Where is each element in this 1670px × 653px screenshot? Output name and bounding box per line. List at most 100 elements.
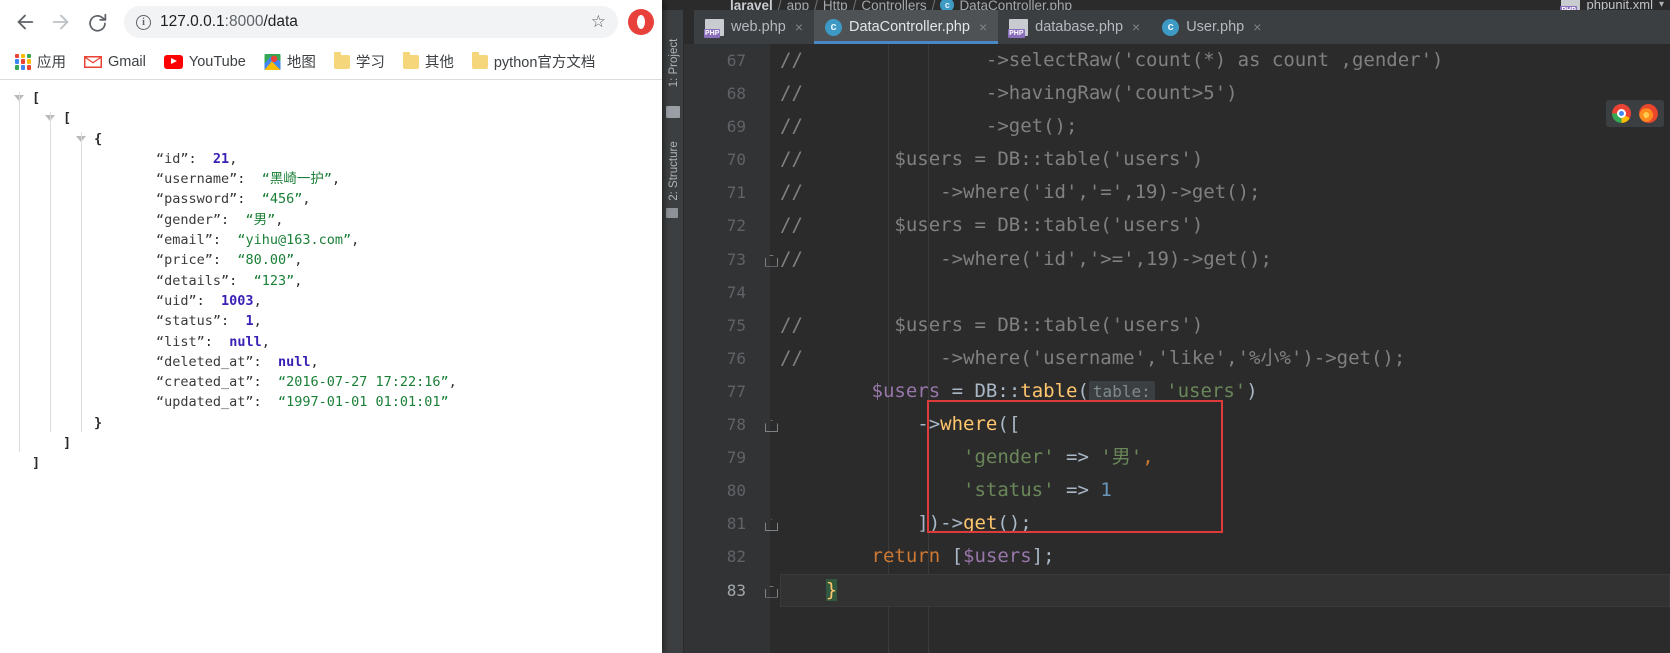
php-file-icon	[704, 18, 724, 38]
json-key: “created_at”	[156, 374, 254, 391]
code-token: return	[871, 545, 941, 568]
forward-button[interactable]	[44, 5, 78, 39]
json-key: “username”	[156, 171, 238, 188]
json-comma: ,	[310, 353, 319, 370]
editor-tab-user-php[interactable]: c User.php ×	[1151, 10, 1272, 44]
code-token: //	[780, 214, 803, 237]
bookmark-apps-grid[interactable]: 应用	[8, 48, 73, 75]
code-token: [	[940, 545, 964, 568]
chevron-down-icon[interactable]: ▾	[1659, 0, 1664, 10]
editor-tab-web-php[interactable]: web.php ×	[694, 10, 814, 44]
line-number: 71	[726, 183, 746, 203]
json-line: “deleted_at”: null,	[0, 352, 662, 372]
json-colon: :	[253, 353, 262, 370]
code-editor[interactable]: // ->selectRaw('count(*) as count ,gende…	[780, 44, 1670, 653]
bookmark-label: YouTube	[188, 53, 246, 70]
gmail-icon	[84, 55, 102, 69]
reload-button[interactable]	[80, 5, 114, 39]
code-line[interactable]: 'status' => 1	[780, 474, 1670, 507]
json-key: “id”	[156, 150, 189, 167]
code-line[interactable]: }	[780, 573, 1670, 607]
code-line[interactable]: // ->get();	[780, 110, 1670, 143]
code-line[interactable]: 'gender' => '男',	[780, 441, 1670, 474]
fold-marker-icon[interactable]	[764, 584, 777, 597]
opera-extension-icon[interactable]	[628, 9, 654, 35]
firefox-preview-icon[interactable]	[1639, 104, 1658, 123]
code-line[interactable]: // ->where('id','=',19)->get();	[780, 176, 1670, 209]
code-line[interactable]: ])->get();	[780, 507, 1670, 540]
code-line[interactable]: // $users = DB::table('users')	[780, 209, 1670, 242]
fold-marker-icon[interactable]	[764, 517, 777, 530]
json-key: “deleted_at”	[156, 353, 254, 370]
code-token: ->get();	[802, 115, 1078, 138]
browser-preview-toolbar[interactable]	[1606, 100, 1664, 127]
google-maps-icon	[264, 53, 281, 70]
json-colon: :	[221, 313, 230, 330]
tool-window-project[interactable]: 1: Project	[663, 25, 685, 101]
close-icon[interactable]: ×	[795, 19, 803, 35]
apps-grid-icon	[15, 53, 31, 70]
bookmark-label: 其他	[424, 55, 454, 71]
json-value: 1003	[221, 292, 254, 309]
code-line[interactable]: // ->selectRaw('count(*) as count ,gende…	[780, 44, 1670, 77]
code-line[interactable]: // $users = DB::table('users')	[780, 309, 1670, 342]
code-token: ([	[997, 413, 1021, 436]
code-token: ->where('username','like','%小%')->get();	[802, 346, 1406, 369]
fold-marker-icon[interactable]	[764, 253, 777, 266]
code-token: $users = DB::table('users')	[802, 214, 1204, 237]
class-icon: c	[1162, 18, 1180, 36]
code-line[interactable]: // ->where('username','like','%小%')->get…	[780, 342, 1670, 375]
editor-tab-bar[interactable]: web.php×cDataController.php×database.php…	[694, 10, 1670, 44]
info-icon[interactable]: i	[136, 14, 151, 30]
json-line: ]	[0, 433, 662, 453]
structure-icon[interactable]	[666, 208, 678, 218]
address-bar[interactable]: i 127.0.0.1:8000/data ☆	[124, 6, 618, 38]
code-token: //	[780, 181, 803, 204]
editor-tab-database-php[interactable]: database.php ×	[998, 10, 1151, 44]
code-line[interactable]: return [$users];	[780, 540, 1670, 573]
json-line: “list”: null,	[0, 332, 662, 352]
project-folder-icon[interactable]	[666, 106, 680, 118]
code-line[interactable]: // $users = DB::table('users')	[780, 143, 1670, 176]
json-viewer: [[{“id”: 21, “username”: “黑崎一护”, “password…	[0, 80, 662, 653]
bookmarks-bar[interactable]: 应用 Gmail YouTube 地图 学习 其他 python官方文档	[0, 44, 662, 80]
bookmark-folder[interactable]: python官方文档	[465, 48, 603, 75]
bookmark-folder[interactable]: 其他	[396, 48, 461, 75]
code-token: ->where('id','>=',19)->get();	[802, 247, 1272, 270]
editor-tab-datacontroller-php[interactable]: c DataController.php ×	[814, 10, 999, 44]
code-line[interactable]: $users = DB::table(table: 'users')	[780, 375, 1670, 408]
code-token: (	[1077, 379, 1089, 402]
code-line[interactable]: // ->havingRaw('count>5')	[780, 77, 1670, 110]
json-bracket: [	[63, 110, 72, 127]
bookmark-gmail[interactable]: Gmail	[77, 51, 153, 73]
bookmark-label: python官方文档	[493, 55, 596, 71]
json-value: “黑崎一护”	[261, 171, 332, 188]
code-line[interactable]	[780, 276, 1670, 309]
chrome-preview-icon[interactable]	[1612, 104, 1631, 123]
code-token: //	[780, 313, 803, 336]
tool-window-structure[interactable]: 2: Structure	[663, 127, 685, 215]
code-line[interactable]: ->where([	[780, 408, 1670, 441]
json-comma: ,	[275, 211, 284, 228]
json-comma: ,	[331, 171, 341, 188]
bookmark-youtube[interactable]: YouTube	[157, 51, 253, 73]
code-token: ->selectRaw('count(*) as count ,gender')	[802, 49, 1444, 71]
json-line: “username”: “黑崎一护”,	[0, 169, 662, 189]
bookmark-folder[interactable]: 学习	[327, 48, 392, 75]
json-comma: ,	[253, 313, 262, 330]
code-token: 'gender'	[963, 446, 1055, 469]
code-token: //	[780, 148, 803, 171]
fold-marker-icon[interactable]	[764, 418, 777, 431]
close-icon[interactable]: ×	[1132, 19, 1140, 35]
bookmark-google-maps[interactable]: 地图	[257, 48, 323, 75]
close-icon[interactable]: ×	[979, 19, 987, 35]
bookmark-star-icon[interactable]: ☆	[591, 12, 606, 32]
back-button[interactable]	[8, 5, 42, 39]
json-colon: :	[212, 232, 222, 249]
code-line[interactable]: // ->where('id','>=',19)->get();	[780, 243, 1670, 276]
close-icon[interactable]: ×	[1253, 19, 1261, 35]
json-comma: ,	[294, 252, 303, 269]
